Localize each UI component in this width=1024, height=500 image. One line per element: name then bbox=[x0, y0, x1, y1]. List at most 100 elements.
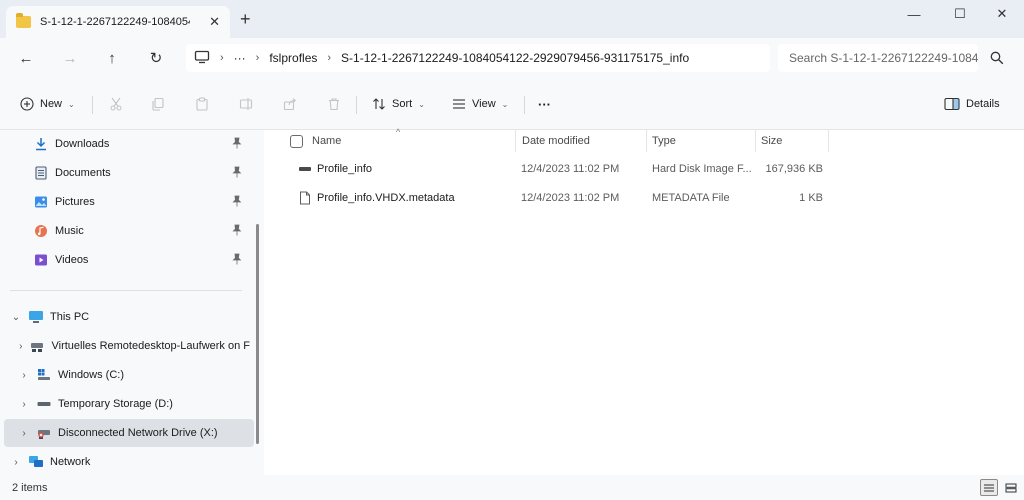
sidebar-item-network[interactable]: › Network bbox=[0, 448, 250, 476]
more-options-button[interactable]: ··· bbox=[538, 92, 551, 116]
file-size: 167,936 KB bbox=[765, 163, 824, 175]
plus-icon bbox=[20, 97, 34, 111]
column-header-date[interactable]: Date modified bbox=[522, 130, 590, 152]
sidebar-item-windows-c[interactable]: › Windows (C:) bbox=[0, 361, 250, 389]
column-divider[interactable] bbox=[828, 130, 829, 152]
status-bar: 2 items bbox=[0, 475, 1024, 500]
back-button[interactable]: ← bbox=[14, 47, 38, 69]
sidebar-item-temp-storage-d[interactable]: › Temporary Storage (D:) bbox=[0, 390, 250, 418]
forward-button[interactable]: → bbox=[58, 47, 82, 69]
pin-icon[interactable] bbox=[232, 166, 242, 181]
refresh-button[interactable]: ↻ bbox=[144, 47, 168, 69]
sidebar-divider bbox=[10, 290, 242, 291]
sort-ascending-icon: ^ bbox=[396, 127, 401, 137]
sidebar-item-label: Virtuelles Remotedesktop-Laufwerk on F bbox=[51, 340, 250, 352]
network-icon bbox=[28, 454, 44, 470]
details-view-icon[interactable] bbox=[980, 479, 998, 496]
rename-icon[interactable] bbox=[234, 92, 258, 116]
download-icon bbox=[33, 136, 49, 152]
expand-chevron-icon[interactable]: › bbox=[18, 341, 23, 352]
sidebar-item-documents[interactable]: Documents bbox=[0, 159, 250, 187]
view-label: View bbox=[472, 98, 496, 110]
delete-icon[interactable] bbox=[322, 92, 346, 116]
column-divider[interactable] bbox=[646, 130, 647, 152]
new-button[interactable]: New ⌄ bbox=[20, 92, 75, 116]
search-icon[interactable] bbox=[986, 47, 1008, 69]
item-count: 2 items bbox=[12, 482, 48, 494]
file-row[interactable]: Profile_info.VHDX.metadata 12/4/2023 11:… bbox=[292, 185, 832, 211]
breadcrumb-fslprofles[interactable]: fslprofles bbox=[269, 51, 317, 65]
active-tab[interactable]: S-1-12-1-2267122249-1084054122-292907945… bbox=[6, 6, 230, 38]
file-name: Profile_info bbox=[317, 163, 373, 175]
column-divider[interactable] bbox=[515, 130, 516, 152]
column-header-type[interactable]: Type bbox=[652, 130, 676, 152]
breadcrumb-separator: › bbox=[327, 52, 332, 64]
file-date: 12/4/2023 11:02 PM bbox=[521, 163, 620, 175]
breadcrumb-overflow[interactable]: ··· bbox=[234, 51, 246, 65]
sidebar-item-label: Network bbox=[50, 456, 91, 468]
copy-icon[interactable] bbox=[146, 92, 170, 116]
chevron-down-icon: ⌄ bbox=[418, 99, 425, 109]
breadcrumb-current-folder[interactable]: S-1-12-1-2267122249-1084054122-292907945… bbox=[341, 51, 689, 65]
sidebar-item-label: Disconnected Network Drive (X:) bbox=[58, 427, 218, 439]
sidebar-item-disconnected-x[interactable]: › Disconnected Network Drive (X:) bbox=[4, 419, 254, 447]
close-window-button[interactable]: ✕ bbox=[980, 0, 1024, 28]
file-date: 12/4/2023 11:02 PM bbox=[521, 192, 620, 204]
paste-icon[interactable] bbox=[190, 92, 214, 116]
sort-button[interactable]: Sort ⌄ bbox=[372, 92, 425, 116]
windows-drive-icon bbox=[36, 367, 52, 383]
select-all-checkbox[interactable] bbox=[290, 130, 303, 152]
cut-icon[interactable] bbox=[104, 92, 128, 116]
up-button[interactable]: ↑ bbox=[100, 47, 124, 69]
sidebar-item-label: Downloads bbox=[55, 138, 110, 150]
pin-icon[interactable] bbox=[232, 195, 242, 210]
sidebar-scrollbar[interactable] bbox=[256, 224, 259, 444]
minimize-button[interactable]: — bbox=[892, 0, 936, 28]
file-name: Profile_info.VHDX.metadata bbox=[317, 192, 455, 204]
address-bar-row: ← → ↑ ↻ › ··· › fslprofles › S-1-12-1-22… bbox=[0, 38, 1024, 78]
column-header-name[interactable]: Name bbox=[312, 130, 341, 152]
sidebar-item-this-pc[interactable]: ⌄ This PC bbox=[0, 303, 250, 331]
sort-label: Sort bbox=[392, 98, 413, 110]
tiles-view-icon[interactable] bbox=[1002, 479, 1020, 496]
expand-chevron-icon[interactable]: › bbox=[18, 370, 30, 381]
file-row[interactable]: Profile_info 12/4/2023 11:02 PM Hard Dis… bbox=[292, 156, 832, 182]
pin-icon[interactable] bbox=[232, 224, 242, 239]
expand-chevron-icon[interactable]: › bbox=[18, 399, 30, 410]
maximize-button[interactable]: ☐ bbox=[938, 0, 982, 28]
search-input[interactable]: Search S-1-12-1-2267122249-1084054122-29… bbox=[778, 44, 978, 72]
sidebar-item-remote-drive[interactable]: › Virtuelles Remotedesktop-Laufwerk on F bbox=[0, 332, 250, 360]
title-bar: S-1-12-1-2267122249-1084054122-292907945… bbox=[0, 0, 1024, 38]
navigation-pane: Downloads Documents Pictures Music Video… bbox=[0, 130, 264, 475]
column-divider[interactable] bbox=[755, 130, 756, 152]
sidebar-item-music[interactable]: Music bbox=[0, 217, 250, 245]
pin-icon[interactable] bbox=[232, 253, 242, 268]
disconnected-drive-icon bbox=[36, 425, 52, 441]
details-button[interactable]: Details bbox=[944, 92, 1000, 116]
breadcrumb[interactable]: › ··· › fslprofles › S-1-12-1-2267122249… bbox=[186, 44, 770, 72]
new-tab-button[interactable]: + bbox=[240, 9, 251, 30]
column-header-size[interactable]: Size bbox=[761, 130, 782, 152]
sidebar-item-label: This PC bbox=[50, 311, 90, 323]
details-pane-icon bbox=[944, 97, 960, 111]
network-drive-icon bbox=[29, 338, 45, 354]
details-label: Details bbox=[966, 98, 1000, 110]
sidebar-item-downloads[interactable]: Downloads bbox=[0, 130, 250, 158]
sidebar-item-label: Windows (C:) bbox=[58, 369, 125, 381]
share-icon[interactable] bbox=[278, 92, 302, 116]
command-bar: New ⌄ Sort ⌄ View ⌄ ··· Details bbox=[0, 78, 1024, 130]
expand-chevron-icon[interactable]: › bbox=[18, 428, 30, 439]
sidebar-item-label: Pictures bbox=[55, 196, 95, 208]
tab-close-button[interactable]: ✕ bbox=[209, 14, 220, 30]
file-type: Hard Disk Image F... bbox=[652, 163, 752, 175]
collapse-chevron-icon[interactable]: ⌄ bbox=[10, 312, 22, 323]
file-list: ^ Name Date modified Type Size Profile_i… bbox=[264, 127, 1024, 475]
sidebar-item-videos[interactable]: Videos bbox=[0, 246, 250, 274]
expand-chevron-icon[interactable]: › bbox=[10, 457, 22, 468]
pictures-icon bbox=[33, 194, 49, 210]
sidebar-item-label: Documents bbox=[55, 167, 111, 179]
monitor-icon[interactable] bbox=[194, 50, 210, 67]
pin-icon[interactable] bbox=[232, 137, 242, 152]
sidebar-item-pictures[interactable]: Pictures bbox=[0, 188, 250, 216]
view-button[interactable]: View ⌄ bbox=[452, 92, 508, 116]
